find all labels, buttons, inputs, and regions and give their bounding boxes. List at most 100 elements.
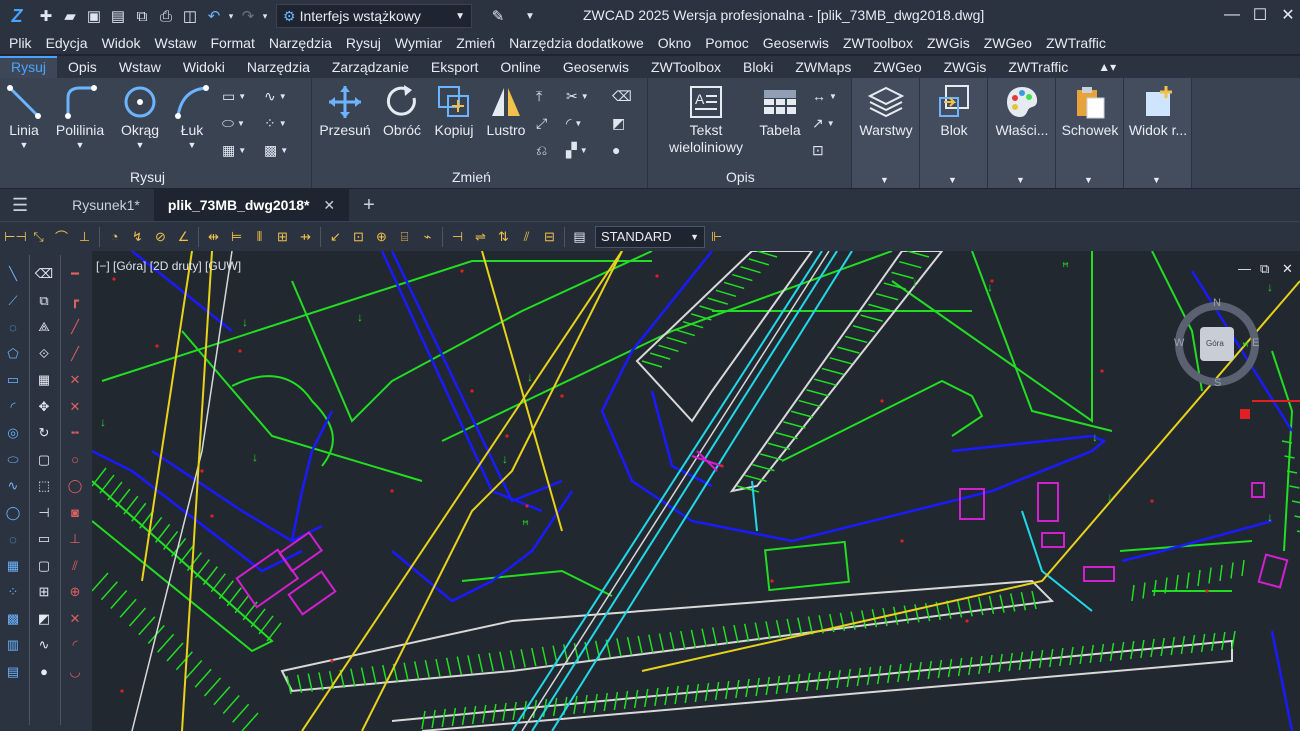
edit-tool-3-icon[interactable]: ╱ [64, 316, 86, 338]
viewport-label[interactable]: [−] [Góra] [2D druty] [GUW] [96, 259, 241, 273]
menu-pomoc[interactable]: Pomoc [698, 35, 756, 51]
stretch-tool-icon[interactable]: ⤒ [536, 86, 566, 106]
dim-update-icon[interactable]: ⇅ [492, 226, 515, 248]
dim-ordinate-icon[interactable]: ⊥ [73, 226, 96, 248]
draw-tool-13-icon[interactable]: ⁘ [2, 581, 24, 603]
tab-zwtoolbox[interactable]: ZWToolbox [640, 56, 732, 78]
luk-button[interactable]: Łuk ▼ [170, 82, 214, 151]
modify-tool-16-icon[interactable]: ● [33, 661, 55, 683]
doc-tab-plik[interactable]: plik_73MB_dwg2018* ✕ [153, 189, 350, 221]
leader-tool-icon[interactable]: ↙ [324, 226, 347, 248]
linear-dimension-icon[interactable]: ↔ ▼ [812, 86, 842, 106]
spline-tool-icon[interactable]: ∿ ▼ [264, 86, 294, 106]
dim-text-edit-icon[interactable]: ⇌ [469, 226, 492, 248]
region-tool-icon[interactable]: ▩ ▼ [264, 140, 294, 160]
explode-tool-icon[interactable]: ◩ [612, 113, 642, 133]
group-title-opis[interactable]: Opis [726, 169, 755, 185]
modify-tool-14-icon[interactable]: ◩ [33, 608, 55, 630]
modify-tool-11-icon[interactable]: ▭ [33, 528, 55, 550]
tab-zwtraffic[interactable]: ZWTraffic [997, 56, 1079, 78]
close-button[interactable]: ✕ [1270, 2, 1300, 28]
tab-zwgis[interactable]: ZWGis [933, 56, 998, 78]
dim-arc-length-icon[interactable]: ⌒ [50, 226, 73, 248]
drawing-canvas[interactable]: ↓ ↓ ↓ ↓ ↓ ↓ ↓ ↓ ↓ ↓ ↓ ↓ ꟸꟸꟸ [−] [Góra] [2D druty… [92, 251, 1300, 731]
tab-zarzadzanie[interactable]: Zarządzanie [321, 56, 420, 78]
menu-wymiar[interactable]: Wymiar [388, 35, 449, 51]
draw-tool-9-icon[interactable]: ∿ [2, 475, 24, 497]
menu-okno[interactable]: Okno [651, 35, 698, 51]
obroc-button[interactable]: Obróć [378, 82, 426, 139]
hamburger-menu-icon[interactable]: ☰ [0, 189, 40, 221]
dim-jogged-icon[interactable]: ↯ [126, 226, 149, 248]
close-tab-icon[interactable]: ✕ [323, 197, 335, 213]
polilinia-button[interactable]: Polilinia ▼ [52, 82, 108, 151]
workspace-select[interactable]: ⚙ Interfejs wstążkowy ▼ [276, 4, 472, 28]
widok-button[interactable]: Widok r... [1126, 82, 1190, 139]
menu-rysuj[interactable]: Rysuj [339, 35, 388, 51]
edit-tool-15-icon[interactable]: ◜ [64, 634, 86, 656]
dim-override-icon[interactable]: ⊟ [538, 226, 561, 248]
array-tool-icon[interactable]: ▞ ▼ [566, 140, 596, 160]
okrag-button[interactable]: Okrąg ▼ [116, 82, 164, 151]
viewport-close-icon[interactable]: ✕ [1282, 261, 1293, 277]
dim-linear-icon[interactable]: ⊢⊣ [4, 226, 27, 248]
tolerance-tool-icon[interactable]: ⊡ [347, 226, 370, 248]
draw-tool-12-icon[interactable]: ▦ [2, 555, 24, 577]
menu-zwtraffic[interactable]: ZWTraffic [1039, 35, 1113, 51]
tab-geoserwis[interactable]: Geoserwis [552, 56, 640, 78]
redo-icon[interactable]: ↷ [236, 4, 260, 28]
draw-tool-16-icon[interactable]: ▤ [2, 661, 24, 683]
modify-tool-9-icon[interactable]: ⬚ [33, 475, 55, 497]
edit-tool-16-icon[interactable]: ◡ [64, 661, 86, 683]
draw-tool-6-icon[interactable]: ◜ [2, 396, 24, 418]
modify-tool-3-icon[interactable]: ⟁ [33, 316, 55, 338]
menu-widok[interactable]: Widok [95, 35, 148, 51]
modify-tool-13-icon[interactable]: ⊞ [33, 581, 55, 603]
chevron-down-icon[interactable]: ▼ [1152, 175, 1161, 185]
modify-tool-15-icon[interactable]: ∿ [33, 634, 55, 656]
chevron-down-icon[interactable]: ▼ [1016, 175, 1025, 185]
draw-tool-11-icon[interactable]: ◌ [2, 528, 24, 550]
menu-geoserwis[interactable]: Geoserwis [756, 35, 836, 51]
dim-quick-icon[interactable]: ⇹ [202, 226, 225, 248]
save-all-icon[interactable]: ⧉ [130, 4, 154, 28]
open-folder-icon[interactable]: ▰ [58, 4, 82, 28]
dim-break-icon[interactable]: ⇸ [294, 226, 317, 248]
quick-access-dropdown-icon[interactable]: ▼ [518, 4, 542, 28]
draw-tool-5-icon[interactable]: ▭ [2, 369, 24, 391]
dim-oblique-icon[interactable]: ⫽ [515, 226, 538, 248]
dim-aligned-icon[interactable]: ⤡ [27, 226, 50, 248]
schowek-button[interactable]: Schowek [1058, 82, 1122, 139]
tekst-wieloliniowy-button[interactable]: A Tekst wieloliniowy [658, 82, 754, 156]
dim-inspect-icon[interactable]: ⌸ [393, 226, 416, 248]
edit-tool-6-icon[interactable]: ✕ [64, 396, 86, 418]
menu-zwtoolbox[interactable]: ZWToolbox [836, 35, 920, 51]
hatch-tool-icon[interactable]: ▦ ▼ [222, 140, 252, 160]
edit-tool-4-icon[interactable]: ╱ [64, 343, 86, 365]
modify-tool-5-icon[interactable]: ▦ [33, 369, 55, 391]
chevron-down-icon[interactable]: ▼ [948, 175, 957, 185]
draw-tool-2-icon[interactable]: ⟋ [2, 290, 24, 312]
viewport-restore-icon[interactable]: ⧉ [1260, 261, 1269, 277]
tab-rysuj[interactable]: Rysuj [0, 56, 58, 78]
save-icon[interactable]: ▣ [82, 4, 106, 28]
new-file-icon[interactable]: ✚ [34, 4, 58, 28]
offset-tool-icon[interactable]: ⎌ [536, 140, 566, 160]
dim-radius-icon[interactable]: ◔ [103, 226, 126, 248]
chevron-down-icon[interactable]: ▼ [1084, 175, 1093, 185]
edit-tool-10-icon[interactable]: ◙ [64, 502, 86, 524]
group-title-zmien[interactable]: Zmień [452, 169, 491, 185]
lustro-button[interactable]: Lustro [482, 82, 530, 139]
tab-zwmaps[interactable]: ZWMaps [784, 56, 862, 78]
print-preview-icon[interactable]: ◫ [178, 4, 202, 28]
blok-button[interactable]: Blok [924, 82, 984, 139]
chevron-down-icon[interactable]: ▼ [880, 175, 889, 185]
viewcube[interactable]: N S W E Góra [1172, 297, 1262, 389]
fillet-tool-icon[interactable]: ◜ ▼ [566, 113, 596, 133]
zwcad-logo-icon[interactable]: Z [0, 0, 34, 32]
dim-diameter-icon[interactable]: ⊘ [149, 226, 172, 248]
menu-narzedzia[interactable]: Narzędzia [262, 35, 339, 51]
leader-icon[interactable]: ↗ ▼ [812, 113, 842, 133]
print-icon[interactable]: ⎙ [154, 4, 178, 28]
undo-icon[interactable]: ↶ [202, 4, 226, 28]
